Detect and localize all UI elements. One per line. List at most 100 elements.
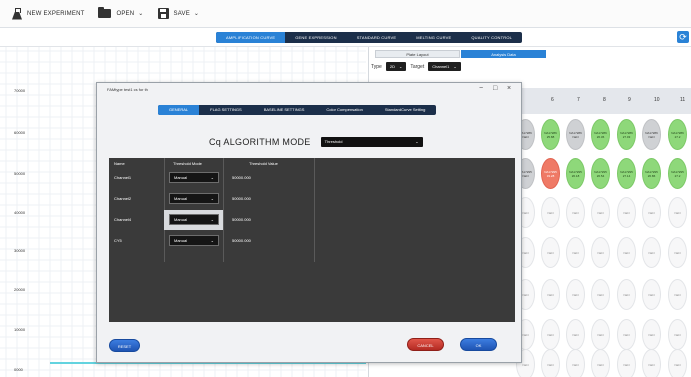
well[interactable]: NaN	[617, 237, 636, 268]
col-threshold-mode: Threshold Mode	[173, 161, 202, 166]
well[interactable]: NA17286 27.2	[668, 119, 687, 150]
flask-icon	[12, 7, 22, 20]
well[interactable]: NA17295 26.86	[642, 158, 661, 189]
well[interactable]: NA17286 NaN	[642, 119, 661, 150]
main-tab[interactable]: STANDARD CURVE	[347, 32, 407, 43]
well[interactable]: NaN	[541, 279, 560, 310]
reset-button[interactable]: RESET	[109, 339, 140, 352]
well[interactable]: NaN	[591, 349, 610, 377]
threshold-value[interactable]: 50000.000	[232, 175, 251, 180]
dialog-tab[interactable]: BASELINE SETTINGS	[253, 105, 316, 115]
new-experiment-button[interactable]: NEW EXPERIMENT	[12, 7, 84, 20]
well[interactable]: NaN	[642, 279, 661, 310]
well[interactable]: NaN	[566, 349, 585, 377]
well[interactable]: NA17286 26.36	[591, 119, 610, 150]
well-value: NaN	[623, 332, 630, 337]
save-button[interactable]: SAVE ⌄	[157, 8, 200, 19]
well[interactable]: NaN	[541, 319, 560, 350]
threshold-value[interactable]: 50000.000	[232, 238, 251, 243]
y-tick-label: 10000	[14, 327, 26, 332]
well[interactable]: NA17286 27.03	[617, 119, 636, 150]
main-tab[interactable]: QUALITY CONTROL	[461, 32, 522, 43]
well[interactable]: NA17295 33.28	[541, 158, 560, 189]
threshold-value[interactable]: 50000.000	[232, 196, 251, 201]
well-value: NA17286 26.36	[594, 130, 607, 139]
well[interactable]: NaN	[642, 319, 661, 350]
grid-row: CY5 Manual ⌄ 50000.000	[109, 231, 314, 251]
y-tick-label: 30000	[14, 248, 26, 253]
threshold-mode-select[interactable]: Manual ⌄	[169, 214, 219, 225]
well[interactable]: NA17295 26.54	[591, 158, 610, 189]
well[interactable]: NaN	[642, 349, 661, 377]
well[interactable]: NaN	[617, 349, 636, 377]
maximize-icon[interactable]: □	[493, 85, 497, 92]
dialog-tab[interactable]: StandardCurve Setting	[374, 105, 436, 115]
well[interactable]: NaN	[566, 237, 585, 268]
dialog-tab[interactable]: Color Compensation	[315, 105, 373, 115]
well[interactable]: NaN	[591, 197, 610, 228]
chevron-down-icon: ⌄	[138, 11, 144, 17]
well-value: NaN	[674, 362, 681, 367]
well[interactable]: NaN	[617, 197, 636, 228]
cq-algorithm-row: Cq ALGORITHM MODE Threshold ⌄	[209, 137, 423, 147]
well[interactable]: NA17295 27.14	[617, 158, 636, 189]
well[interactable]: NaN	[668, 197, 687, 228]
well[interactable]: NaN	[541, 197, 560, 228]
well[interactable]: NaN	[591, 237, 610, 268]
dialog-tabs: GENERAL FLAG SETTINGS BASELINE SETTINGS Col…	[158, 105, 437, 115]
dialog-tab[interactable]: GENERAL	[158, 105, 200, 115]
well[interactable]: NaN	[566, 319, 585, 350]
well[interactable]: NaN	[566, 279, 585, 310]
well[interactable]: NaN	[591, 279, 610, 310]
threshold-mode-select[interactable]: Manual ⌄	[169, 235, 219, 246]
type-select[interactable]: 2D ⌄	[385, 62, 407, 71]
well-value: NaN	[572, 332, 579, 337]
well-value: NA17286 NaN	[569, 130, 582, 139]
minimize-icon[interactable]: −	[479, 85, 483, 92]
well[interactable]: NA17295 26.18	[566, 158, 585, 189]
threshold-value[interactable]: 50000.000	[232, 217, 251, 222]
threshold-mode-value: Manual	[174, 238, 188, 243]
well[interactable]: NaN	[668, 319, 687, 350]
well[interactable]: NaN	[668, 349, 687, 377]
ok-button[interactable]: OK	[460, 338, 497, 351]
well[interactable]: NaN	[617, 319, 636, 350]
refresh-icon[interactable]: ⟳	[677, 31, 689, 43]
well[interactable]: NaN	[541, 237, 560, 268]
close-icon[interactable]: ×	[507, 85, 511, 92]
well-value: NaN	[547, 210, 554, 215]
type-label: Type	[371, 63, 382, 70]
well[interactable]: NaN	[642, 197, 661, 228]
top-toolbar: NEW EXPERIMENT OPEN ⌄ SAVE ⌄	[0, 0, 691, 28]
well-value: NaN	[597, 250, 604, 255]
main-tab[interactable]: GENE EXPRESSION	[285, 32, 346, 43]
sub-tab[interactable]: Analysis Data	[461, 50, 546, 58]
threshold-mode-select[interactable]: Manual ⌄	[169, 193, 219, 204]
main-tab[interactable]: AMPLIFICATION CURVE	[216, 32, 286, 43]
column-number: 6	[551, 97, 554, 103]
well-value: NaN	[547, 332, 554, 337]
threshold-mode-select[interactable]: Manual ⌄	[169, 172, 219, 183]
dialog-tab[interactable]: FLAG SETTINGS	[199, 105, 253, 115]
well[interactable]: NaN	[541, 349, 560, 377]
target-select[interactable]: Channel1 ⌄	[428, 62, 461, 71]
well[interactable]: NaN	[668, 237, 687, 268]
algorithm-select[interactable]: Threshold ⌄	[320, 137, 423, 147]
main-tab[interactable]: MELTING CURVE	[406, 32, 461, 43]
well[interactable]: NA17295 27.2	[668, 158, 687, 189]
well[interactable]: NaN	[668, 279, 687, 310]
well[interactable]: NaN	[591, 319, 610, 350]
cancel-button[interactable]: CANCEL	[407, 338, 444, 351]
well[interactable]: NA17286 NaN	[566, 119, 585, 150]
threshold-mode-value: Manual	[174, 175, 188, 180]
open-button[interactable]: OPEN ⌄	[98, 7, 144, 18]
chevron-down-icon: ⌄	[193, 11, 200, 17]
well[interactable]: NA17286 25.88	[541, 119, 560, 150]
sub-tab[interactable]: Plate Layout	[375, 50, 460, 58]
well[interactable]: NaN	[566, 197, 585, 228]
well[interactable]: NaN	[617, 279, 636, 310]
well[interactable]: NaN	[642, 237, 661, 268]
column-number: 7	[577, 97, 580, 103]
well-value: NaN	[547, 362, 554, 367]
chevron-down-icon: ⌄	[453, 64, 457, 69]
